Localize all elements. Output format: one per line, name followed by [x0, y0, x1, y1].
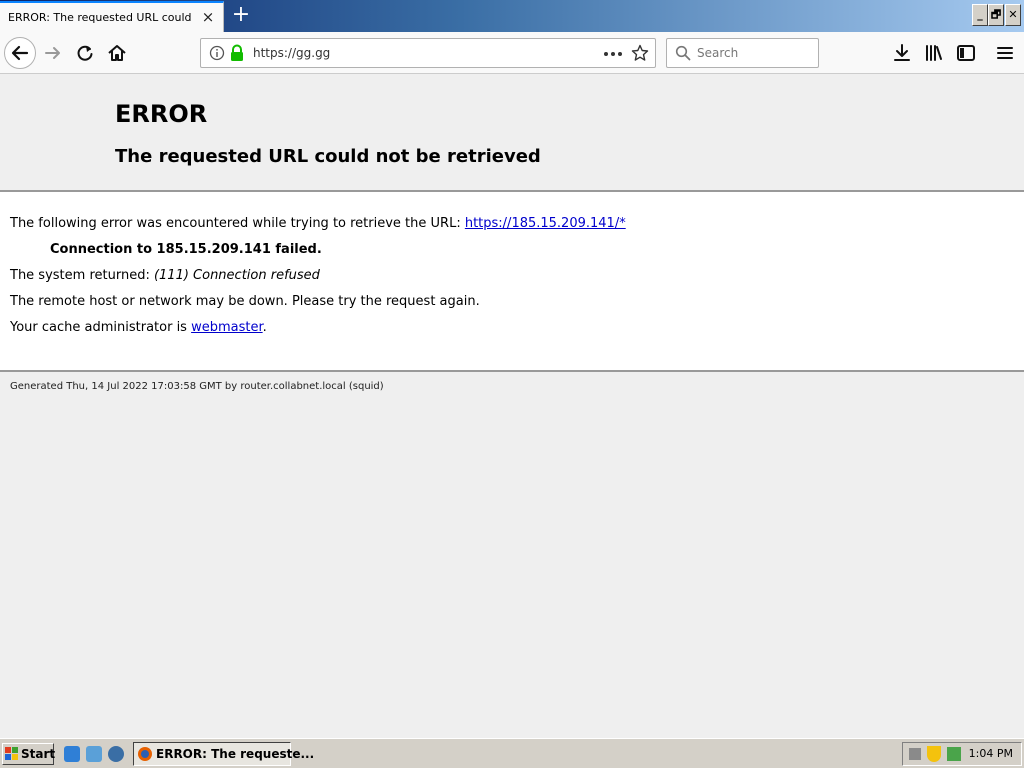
nav-toolbar: https://gg.gg Search [0, 32, 1024, 74]
library-icon[interactable] [923, 42, 945, 64]
tab-title: ERROR: The requested URL could not be re… [8, 11, 193, 24]
restore-button[interactable]: 🗗 [988, 4, 1004, 26]
tab-active[interactable]: ERROR: The requested URL could not be re… [0, 1, 224, 32]
forward-button[interactable] [42, 42, 64, 64]
start-button[interactable]: Start [2, 743, 56, 765]
error-system-label: The system returned: [10, 268, 154, 283]
tab-strip: ERROR: The requested URL could not be re… [0, 0, 1024, 32]
search-input[interactable]: Search [697, 46, 738, 60]
error-connection-failed: Connection to 185.15.209.141 failed. [50, 242, 322, 257]
error-line-remote: The remote host or network may be down. … [10, 294, 480, 309]
menu-icon[interactable] [994, 42, 1016, 64]
back-arrow-icon [11, 45, 29, 61]
reload-button[interactable] [74, 42, 96, 64]
sidebar-icon[interactable] [955, 42, 977, 64]
keyboard-tray-icon[interactable] [909, 748, 921, 760]
search-bar[interactable]: Search [666, 38, 819, 68]
url-text[interactable]: https://gg.gg [253, 46, 330, 60]
desktop-quicklaunch-icon[interactable] [86, 746, 102, 762]
bookmark-star-icon[interactable] [631, 44, 649, 62]
error-url-link[interactable]: https://185.15.209.141/* [465, 216, 626, 231]
page-actions-icon[interactable] [603, 51, 623, 57]
search-icon [675, 45, 691, 61]
minimize-button[interactable]: _ [972, 4, 988, 26]
error-line-url: The following error was encountered whil… [10, 216, 626, 231]
taskbar-task-label: ERROR: The requeste... [156, 747, 315, 761]
network-tray-icon[interactable] [947, 747, 961, 761]
generated-footer: Generated Thu, 14 Jul 2022 17:03:58 GMT … [10, 381, 384, 392]
webmaster-link[interactable]: webmaster [191, 320, 263, 335]
page-content: ERROR The requested URL could not be ret… [0, 74, 1024, 738]
error-system-message: (111) Connection refused [153, 268, 320, 283]
page-subtitle: The requested URL could not be retrieved [115, 146, 541, 167]
error-line-url-text: The following error was encountered whil… [10, 216, 465, 231]
media-player-quicklaunch-icon[interactable] [108, 746, 124, 762]
new-tab-button[interactable]: + [230, 4, 252, 26]
error-admin-period: . [262, 320, 267, 335]
home-button[interactable] [106, 42, 128, 64]
firefox-icon [138, 747, 152, 761]
taskbar: Start ERROR: The requeste... 1:04 PM [0, 738, 1024, 768]
info-icon[interactable] [209, 45, 225, 61]
system-tray: 1:04 PM [902, 742, 1022, 766]
taskbar-firefox-task[interactable]: ERROR: The requeste... [133, 742, 314, 766]
tab-close-button[interactable]: × [200, 9, 216, 25]
error-body: The following error was encountered whil… [0, 192, 1024, 372]
error-line-admin: Your cache administrator is webmaster. [10, 320, 267, 335]
page-title: ERROR [115, 100, 208, 128]
url-bar[interactable]: https://gg.gg [200, 38, 656, 68]
start-label: Start [21, 747, 56, 761]
windows-logo-icon [5, 747, 18, 760]
close-window-button[interactable]: ✕ [1005, 4, 1021, 26]
error-admin-label: Your cache administrator is [10, 320, 192, 335]
error-line-system: The system returned: (111) Connection re… [10, 268, 320, 283]
security-shield-icon[interactable] [927, 746, 941, 762]
error-header: ERROR The requested URL could not be ret… [0, 74, 1024, 192]
lock-icon[interactable] [229, 44, 245, 62]
back-button[interactable] [4, 37, 36, 69]
ie-quicklaunch-icon[interactable] [64, 746, 80, 762]
downloads-icon[interactable] [891, 42, 913, 64]
clock: 1:04 PM [968, 747, 1013, 760]
